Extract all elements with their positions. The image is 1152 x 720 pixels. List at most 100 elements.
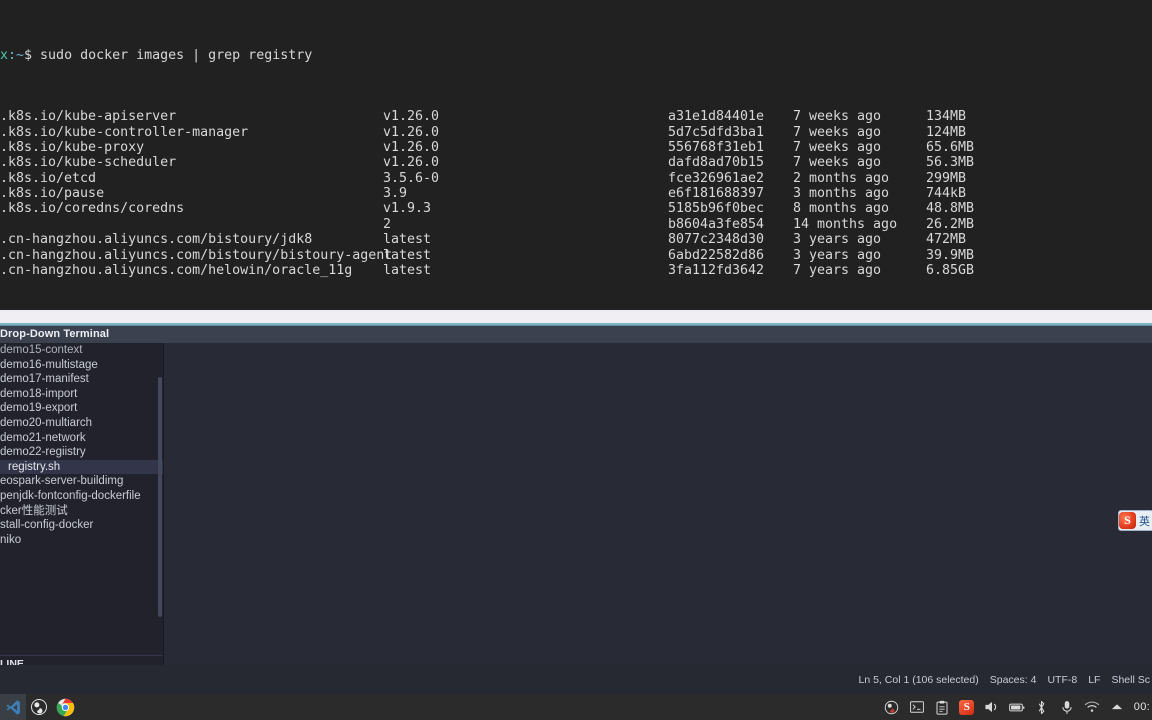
docker-image-row: .k8s.io/kube-controller-manager v1.26.0 5d… — [0, 125, 1152, 140]
chrome-glyph-icon — [56, 698, 74, 716]
docker-image-row: .cn-hangzhou.aliyuncs.com/bistoury/bisto… — [0, 248, 1152, 263]
battery-tray-icon[interactable] — [1008, 699, 1025, 715]
docker-image-row: .k8s.io/etcd 3.5.6-0 fce326961ae2 2 months … — [0, 171, 1152, 186]
docker-image-id: 556768f31eb1 — [668, 140, 765, 156]
docker-image-created: 7 weeks ago — [793, 155, 882, 171]
status-indentation[interactable]: Spaces: 4 — [990, 674, 1037, 686]
docker-image-size: 39.9MB — [926, 247, 975, 263]
prompt-host: x — [0, 48, 9, 64]
file-tree-item[interactable]: demo21-network — [0, 431, 163, 446]
volume-tray-icon[interactable] — [984, 699, 1000, 715]
wifi-tray-icon[interactable] — [1084, 699, 1100, 715]
obs-tray-icon[interactable] — [884, 699, 900, 715]
docker-image-tag: v1.26.0 — [383, 140, 440, 156]
file-tree-item[interactable]: registry.sh — [0, 459, 163, 475]
file-tree-item-label: niko — [0, 533, 22, 546]
window-separator-band — [0, 310, 1152, 323]
docker-image-created: 2 months ago — [793, 170, 890, 186]
file-tree-item-label: demo18-import — [0, 387, 78, 400]
docker-images-table: .k8s.io/kube-apiserver v1.26.0 a31e1d84401… — [0, 109, 1152, 278]
sogou-tray-icon[interactable]: S — [959, 699, 975, 715]
sogou-tray-glyph-icon: S — [959, 699, 975, 715]
drop-down-terminal[interactable]: x:~$ sudo docker images | grep registry … — [0, 0, 1152, 310]
editor-area[interactable] — [164, 343, 1152, 665]
docker-image-name: .k8s.io/kube-proxy — [0, 140, 145, 156]
docker-image-id: b8604a3fe854 — [668, 216, 765, 232]
file-tree-item-label: stall-config-docker — [0, 519, 94, 532]
show-hidden-icons-chevron-icon[interactable] — [1109, 699, 1125, 715]
file-tree-item-label: demo15-context — [0, 344, 83, 356]
file-tree-item[interactable]: stall-config-docker — [0, 518, 163, 533]
os-taskbar: S 00: — [0, 694, 1152, 720]
taskbar-clock[interactable]: 00: — [1134, 701, 1150, 713]
obs-taskbar-icon[interactable] — [26, 694, 52, 720]
file-tree-item[interactable]: demo22-regiistry — [0, 445, 163, 460]
file-tree-item[interactable]: niko — [0, 533, 163, 548]
docker-image-tag: v1.26.0 — [383, 109, 440, 125]
docker-image-created: 3 years ago — [793, 247, 882, 263]
docker-image-name: .k8s.io/etcd — [0, 170, 97, 186]
file-tree-item-label: demo19-export — [0, 402, 78, 415]
docker-image-name: .cn-hangzhou.aliyuncs.com/bistoury/jdk8 — [0, 232, 313, 248]
sidebar-scrollbar[interactable] — [158, 377, 162, 617]
screen-root: x:~$ sudo docker images | grep registry … — [0, 0, 1152, 720]
file-tree-item[interactable]: penjdk-fontconfig-dockerfile — [0, 489, 163, 504]
docker-image-id: dafd8ad70b15 — [668, 155, 765, 171]
docker-image-name: .cn-hangzhou.aliyuncs.com/helowin/oracle… — [0, 262, 353, 278]
vscode-taskbar-icon[interactable] — [0, 694, 26, 720]
file-tree-item[interactable]: demo16-multistage — [0, 358, 163, 373]
microphone-tray-icon[interactable] — [1059, 699, 1075, 715]
docker-image-name: .k8s.io/kube-controller-manager — [0, 124, 249, 140]
prompt-symbol: $ — [24, 48, 41, 64]
prompt-path: :~ — [8, 48, 25, 64]
docker-image-tag: latest — [383, 262, 432, 278]
file-tree-item[interactable]: demo17-manifest — [0, 372, 163, 387]
file-tree-item[interactable]: demo15-context — [0, 343, 163, 358]
status-eol[interactable]: LF — [1088, 674, 1100, 686]
explorer-sidebar[interactable]: demo15-context demo16-multistage demo17-ma… — [0, 343, 163, 665]
file-tree-item[interactable]: demo18-import — [0, 387, 163, 402]
docker-image-size: 124MB — [926, 124, 967, 140]
bluetooth-tray-icon[interactable] — [1034, 699, 1050, 715]
sidebar-section-outline[interactable]: LINE — [0, 657, 163, 665]
file-tree-item-label: penjdk-fontconfig-dockerfile — [0, 489, 141, 502]
file-tree-item-label: registry.sh — [8, 460, 61, 473]
status-bar: Ln 5, Col 1 (106 selected) Spaces: 4 UTF… — [0, 665, 1152, 694]
terminal-window-titlebar[interactable]: Drop-Down Terminal — [0, 326, 1152, 343]
clipboard-tray-icon[interactable] — [934, 699, 950, 715]
docker-image-tag: v1.26.0 — [383, 155, 440, 171]
docker-image-row: .k8s.io/kube-proxy v1.26.0 556768f31eb1 7 w… — [0, 140, 1152, 155]
terminal-tray-icon[interactable] — [909, 699, 925, 715]
docker-image-id: a31e1d84401e — [668, 109, 765, 125]
status-encoding[interactable]: UTF-8 — [1047, 674, 1077, 686]
chrome-taskbar-icon[interactable] — [52, 694, 78, 720]
file-tree-item-label: demo22-regiistry — [0, 446, 86, 459]
docker-image-size: 6.85GB — [926, 262, 975, 278]
file-tree-item[interactable]: eospark-server-buildimg — [0, 474, 163, 489]
status-language-mode[interactable]: Shell Sc — [1111, 674, 1150, 686]
docker-image-tag: latest — [383, 232, 432, 248]
file-tree-item[interactable]: cker性能测试 — [0, 504, 163, 519]
file-tree-item[interactable]: demo20-multiarch — [0, 416, 163, 431]
docker-image-id: 5185b96f0bec — [668, 201, 765, 217]
docker-image-name: .k8s.io/pause — [0, 186, 105, 202]
docker-image-name: .k8s.io/kube-apiserver — [0, 109, 177, 125]
file-tree[interactable]: demo15-context demo16-multistage demo17-ma… — [0, 343, 163, 547]
docker-image-tag: 3.9 — [383, 186, 408, 202]
file-tree-item[interactable]: demo19-export — [0, 401, 163, 416]
docker-image-name: .k8s.io/coredns/coredns — [0, 201, 185, 217]
docker-image-size: 472MB — [926, 232, 967, 248]
docker-image-row: .k8s.io/kube-apiserver v1.26.0 a31e1d84401… — [0, 109, 1152, 124]
docker-image-row: .cn-hangzhou.aliyuncs.com/bistoury/jdk8 l… — [0, 232, 1152, 247]
taskbar-app-group — [0, 694, 78, 720]
docker-image-row: .cn-hangzhou.aliyuncs.com/helowin/oracle… — [0, 263, 1152, 278]
terminal-output: x:~$ sudo docker images | grep registry … — [0, 0, 1152, 310]
docker-image-created: 7 weeks ago — [793, 124, 882, 140]
docker-image-created: 3 months ago — [793, 186, 890, 202]
docker-image-size: 744kB — [926, 186, 967, 202]
ime-mode-label[interactable]: 英 — [1136, 513, 1152, 529]
file-tree-item-label: demo17-manifest — [0, 373, 89, 386]
sogou-ime-floating-bar[interactable]: S 英 — [1118, 510, 1152, 531]
docker-image-row: 2 b8604a3fe854 14 months ago 26.2MB — [0, 217, 1152, 232]
status-selection[interactable]: Ln 5, Col 1 (106 selected) — [859, 674, 979, 686]
